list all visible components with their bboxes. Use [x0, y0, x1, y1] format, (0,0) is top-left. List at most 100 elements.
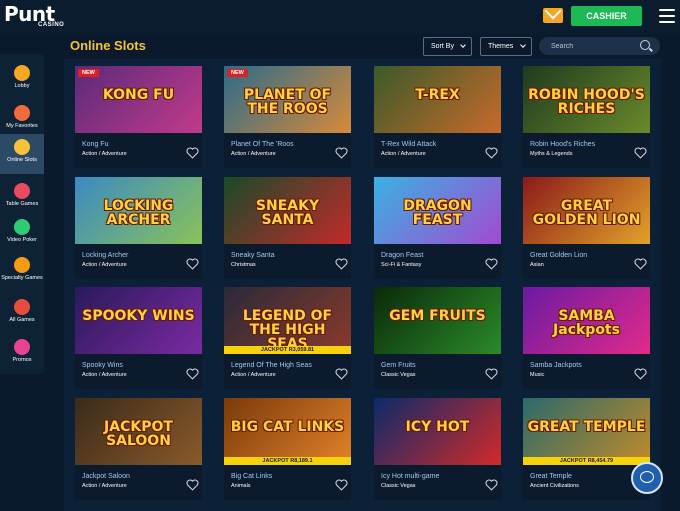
game-category: Classic Vegas	[381, 372, 416, 378]
heart-icon[interactable]	[186, 368, 199, 380]
heart-icon[interactable]	[634, 368, 647, 380]
game-title[interactable]: T-Rex Wild Attack	[381, 141, 436, 148]
chat-button[interactable]	[631, 462, 663, 494]
game-card[interactable]: JACKPOT SALOON Jackpot Saloon Action / Adv…	[75, 398, 202, 500]
heart-icon[interactable]	[485, 258, 498, 270]
game-card[interactable]: KONG FU NEW Kong Fu Action / Adventure	[75, 66, 202, 168]
game-title[interactable]: Locking Archer	[82, 252, 128, 259]
sidebar-item-specialty-games[interactable]: Specialty Games	[0, 252, 44, 292]
game-thumbnail[interactable]: GEM FRUITS	[374, 287, 501, 354]
game-card[interactable]: T-REX T-Rex Wild Attack Action / Adventure	[374, 66, 501, 168]
sidebar-item-online-slots[interactable]: Online Slots	[0, 134, 44, 174]
game-thumbnail[interactable]: SNEAKY SANTA	[224, 177, 351, 244]
game-title[interactable]: Planet Of The 'Roos	[231, 141, 294, 148]
envelope-icon[interactable]	[543, 8, 563, 23]
heart-icon[interactable]	[485, 368, 498, 380]
game-card[interactable]: PLANET OF THE ROOS NEW Planet Of The 'Roos…	[224, 66, 351, 168]
heart-icon[interactable]	[186, 258, 199, 270]
search-input[interactable]	[551, 40, 631, 52]
game-thumbnail[interactable]: LEGEND OF THE HIGH SEAS JACKPOT R3,059.81	[224, 287, 351, 354]
game-category: Ancient Civilizations	[530, 483, 579, 489]
game-logo-text: ROBIN HOOD'S RICHES	[528, 87, 645, 117]
heart-icon[interactable]	[335, 368, 348, 380]
game-category: Animals	[231, 483, 251, 489]
game-thumbnail[interactable]: ICY HOT	[374, 398, 501, 465]
game-thumbnail[interactable]: SAMBA Jackpots	[523, 287, 650, 354]
sidebar-item-label: Online Slots	[7, 157, 37, 163]
game-card[interactable]: LEGEND OF THE HIGH SEAS JACKPOT R3,059.81…	[224, 287, 351, 389]
game-card[interactable]: ICY HOT Icy Hot multi-game Classic Vegas	[374, 398, 501, 500]
game-card[interactable]: SNEAKY SANTA Sneaky Santa Christmas	[224, 177, 351, 279]
game-thumbnail[interactable]: T-REX	[374, 66, 501, 133]
game-title[interactable]: Icy Hot multi-game	[381, 473, 439, 480]
game-title[interactable]: Kong Fu	[82, 141, 108, 148]
game-title[interactable]: Gem Fruits	[381, 362, 416, 369]
game-logo-text: GREAT TEMPLE	[527, 419, 646, 435]
heart-icon[interactable]	[485, 479, 498, 491]
sidebar-item-all-games[interactable]: All Games	[0, 294, 44, 334]
game-title[interactable]: Great Golden Lion	[530, 252, 587, 259]
game-card[interactable]: GEM FRUITS Gem Fruits Classic Vegas	[374, 287, 501, 389]
cashier-button[interactable]: CASHIER	[571, 6, 642, 26]
game-thumbnail[interactable]: BIG CAT LINKS JACKPOT R8,189.1	[224, 398, 351, 465]
game-thumbnail[interactable]: ROBIN HOOD'S RICHES	[523, 66, 650, 133]
game-card[interactable]: GREAT GOLDEN LION Great Golden Lion Asian	[523, 177, 650, 279]
heart-icon[interactable]	[186, 479, 199, 491]
heart-icon[interactable]	[485, 147, 498, 159]
heart-icon[interactable]	[335, 258, 348, 270]
themes-dropdown[interactable]: Themes	[480, 37, 532, 56]
game-category: Action / Adventure	[231, 151, 276, 157]
game-card[interactable]: GREAT TEMPLE JACKPOT R8,454.79 Great Templ…	[523, 398, 650, 500]
sidebar-item-lobby[interactable]: Lobby	[0, 60, 44, 100]
game-thumbnail[interactable]: SPOOKY WINS	[75, 287, 202, 354]
heart-icon[interactable]	[335, 147, 348, 159]
game-card[interactable]: BIG CAT LINKS JACKPOT R8,189.1 Big Cat Lin…	[224, 398, 351, 500]
game-title[interactable]: Samba Jackpots	[530, 362, 582, 369]
game-title[interactable]: Sneaky Santa	[231, 252, 275, 259]
game-title[interactable]: Robin Hood's Riches	[530, 141, 595, 148]
games-grid: KONG FU NEW Kong Fu Action / Adventure PLANE…	[64, 59, 661, 511]
heart-icon[interactable]	[634, 147, 647, 159]
page-title: Online Slots	[70, 38, 146, 53]
game-logo-text: ICY HOT	[405, 419, 470, 435]
jackpot-ticker: JACKPOT R3,059.81	[224, 346, 351, 354]
game-title[interactable]: Dragon Feast	[381, 252, 423, 259]
game-card[interactable]: SAMBA Jackpots Samba Jackpots Music	[523, 287, 650, 389]
game-thumbnail[interactable]: LOCKING ARCHER	[75, 177, 202, 244]
game-category: Music	[530, 372, 545, 378]
game-thumbnail[interactable]: GREAT TEMPLE JACKPOT R8,454.79	[523, 398, 650, 465]
sidebar-item-promos[interactable]: Promos	[0, 334, 44, 374]
heart-icon[interactable]	[634, 258, 647, 270]
game-thumbnail[interactable]: JACKPOT SALOON	[75, 398, 202, 465]
hamburger-icon[interactable]	[659, 9, 675, 23]
punt-casino-logo[interactable]: Punt CASINO	[4, 4, 74, 30]
heart-icon[interactable]	[186, 147, 199, 159]
game-card[interactable]: SPOOKY WINS Spooky Wins Action / Adventure	[75, 287, 202, 389]
game-category: Christmas	[231, 262, 256, 268]
game-card[interactable]: LOCKING ARCHER Locking Archer Action / Adv…	[75, 177, 202, 279]
search-box[interactable]	[539, 37, 660, 55]
game-card[interactable]: ROBIN HOOD'S RICHES Robin Hood's Riches My…	[523, 66, 650, 168]
sidebar-item-label: Specialty Games	[1, 275, 43, 281]
search-icon[interactable]	[640, 40, 650, 50]
game-logo-text: DRAGON FEAST	[403, 198, 472, 228]
game-title[interactable]: Big Cat Links	[231, 473, 272, 480]
sidebar-item-table-games[interactable]: Table Games	[0, 178, 44, 218]
game-thumbnail[interactable]: KONG FU NEW	[75, 66, 202, 133]
game-title[interactable]: Legend Of The High Seas	[231, 362, 312, 369]
game-thumbnail[interactable]: PLANET OF THE ROOS NEW	[224, 66, 351, 133]
game-category: Action / Adventure	[381, 151, 426, 157]
heart-icon[interactable]	[335, 479, 348, 491]
game-title[interactable]: Jackpot Saloon	[82, 473, 130, 480]
sidebar-item-video-poker[interactable]: Video Poker	[0, 214, 44, 254]
game-thumbnail[interactable]: GREAT GOLDEN LION	[523, 177, 650, 244]
game-thumbnail[interactable]: DRAGON FEAST	[374, 177, 501, 244]
game-category: Action / Adventure	[231, 372, 276, 378]
game-category: Asian	[530, 262, 544, 268]
game-title[interactable]: Spooky Wins	[82, 362, 123, 369]
game-title[interactable]: Great Temple	[530, 473, 572, 480]
sort-by-dropdown[interactable]: Sort By	[423, 37, 472, 56]
jackpot-ticker: JACKPOT R8,454.79	[523, 457, 650, 465]
sidebar-item-label: Lobby	[14, 83, 30, 89]
game-card[interactable]: DRAGON FEAST Dragon Feast Sci-Fi & Fantasy	[374, 177, 501, 279]
